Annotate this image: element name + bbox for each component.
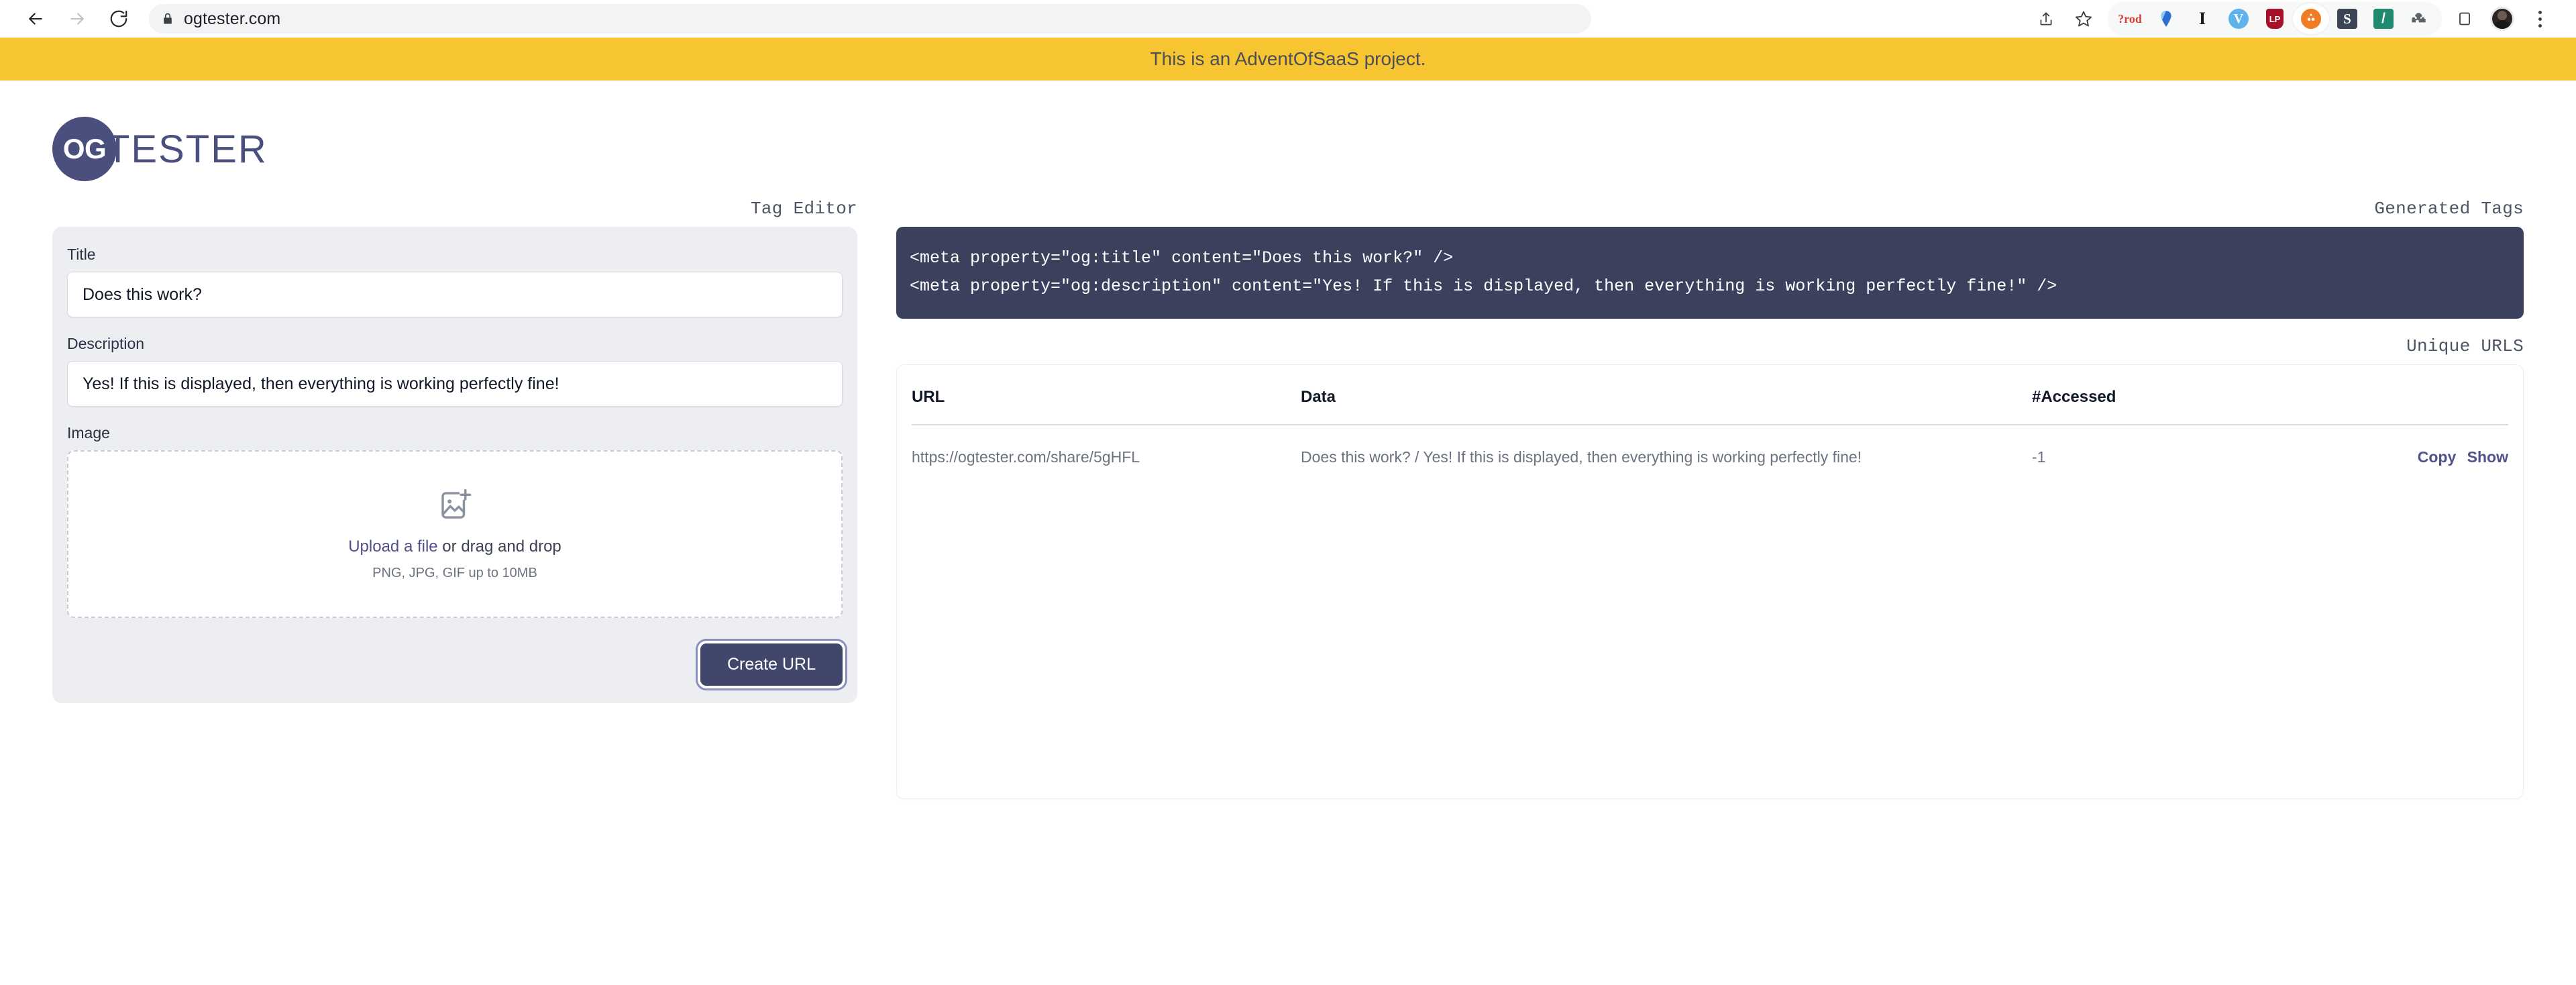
- table-body: https://ogtester.com/share/5gHFL Does th…: [912, 425, 2508, 466]
- lastpass-extension-icon[interactable]: LP: [2257, 3, 2293, 34]
- side-panel-icon[interactable]: [2446, 3, 2483, 34]
- description-label: Description: [67, 335, 843, 353]
- description-input[interactable]: [67, 361, 843, 407]
- kebab-menu-icon[interactable]: [2521, 3, 2559, 34]
- results-column: Generated Tags <meta property="og:title"…: [896, 199, 2524, 799]
- cell-actions: Copy Show: [2220, 425, 2508, 466]
- browser-toolbar: ogtester.com ?rod I V LP: [0, 0, 2576, 38]
- announcement-banner: This is an AdventOfSaaS project.: [0, 38, 2576, 81]
- copy-link[interactable]: Copy: [2418, 448, 2457, 466]
- tag-editor-card: Title Description Image: [52, 227, 857, 703]
- back-arrow-icon[interactable]: [15, 3, 56, 34]
- column-header-url: URL: [912, 382, 1301, 425]
- image-plus-icon: [437, 487, 473, 527]
- image-label: Image: [67, 424, 843, 442]
- cell-accessed: -1: [2032, 425, 2220, 466]
- share-icon[interactable]: [2027, 3, 2065, 34]
- s-extension-icon[interactable]: S: [2329, 3, 2365, 34]
- table-head: URL Data #Accessed: [912, 382, 2508, 425]
- table-row: https://ogtester.com/share/5gHFL Does th…: [912, 425, 2508, 466]
- reload-icon[interactable]: [98, 3, 140, 34]
- forward-arrow-icon[interactable]: [56, 3, 98, 34]
- tag-editor-heading: Tag Editor: [52, 199, 857, 227]
- prod-extension-icon[interactable]: ?rod: [2112, 3, 2148, 34]
- italic-i-extension-icon[interactable]: I: [2184, 3, 2220, 34]
- generated-tags-code: <meta property="og:title" content="Does …: [896, 227, 2524, 319]
- address-bar-url: ogtester.com: [184, 9, 280, 29]
- cell-url[interactable]: https://ogtester.com/share/5gHFL: [912, 425, 1301, 466]
- upload-prompt: Upload a file or drag and drop: [348, 537, 561, 556]
- column-header-actions: [2220, 382, 2508, 425]
- browser-toolbar-right: ?rod I V LP S /: [2027, 2, 2561, 36]
- upload-hint: PNG, JPG, GIF up to 10MB: [372, 566, 537, 581]
- address-bar[interactable]: ogtester.com: [149, 4, 1591, 34]
- slash-extension-icon[interactable]: /: [2365, 3, 2402, 34]
- lock-icon: [161, 12, 174, 25]
- title-field-group: Title: [67, 246, 843, 317]
- table-header-row: URL Data #Accessed: [912, 382, 2508, 425]
- title-input[interactable]: [67, 272, 843, 317]
- logo-wordmark: TESTER: [106, 127, 268, 172]
- image-field-group: Image Upload a file or drag and drop: [67, 424, 843, 618]
- extensions-group: ?rod I V LP S /: [2108, 2, 2442, 36]
- page-content: OG TESTER Tag Editor Title Description I…: [0, 81, 2576, 799]
- main-columns: Tag Editor Title Description Image: [52, 199, 2524, 799]
- upload-file-link[interactable]: Upload a file: [348, 537, 437, 556]
- description-field-group: Description: [67, 335, 843, 407]
- honey-extension-icon[interactable]: [2293, 3, 2329, 34]
- unique-urls-table: URL Data #Accessed https://ogtester.com/…: [912, 382, 2508, 466]
- form-actions: Create URL: [67, 643, 843, 686]
- title-label: Title: [67, 246, 843, 264]
- site-logo[interactable]: OG TESTER: [52, 81, 2524, 181]
- profile-avatar[interactable]: [2483, 3, 2521, 34]
- unique-urls-card: URL Data #Accessed https://ogtester.com/…: [896, 364, 2524, 799]
- column-header-data: Data: [1301, 382, 2032, 425]
- puzzle-extension-icon[interactable]: [2402, 3, 2438, 34]
- location-pin-extension-icon[interactable]: [2148, 3, 2184, 34]
- create-url-button[interactable]: Create URL: [700, 643, 843, 686]
- generated-tags-heading: Generated Tags: [896, 199, 2524, 227]
- show-link[interactable]: Show: [2467, 448, 2508, 466]
- star-icon[interactable]: [2065, 3, 2102, 34]
- image-dropzone[interactable]: Upload a file or drag and drop PNG, JPG,…: [67, 450, 843, 618]
- announcement-banner-text: This is an AdventOfSaaS project.: [1150, 48, 1426, 70]
- column-header-accessed: #Accessed: [2032, 382, 2220, 425]
- cell-data: Does this work? / Yes! If this is displa…: [1301, 425, 2032, 466]
- upload-prompt-rest: or drag and drop: [438, 537, 561, 556]
- tag-editor-column: Tag Editor Title Description Image: [52, 199, 857, 703]
- unique-urls-heading: Unique URLS: [896, 319, 2524, 364]
- v-extension-icon[interactable]: V: [2220, 3, 2257, 34]
